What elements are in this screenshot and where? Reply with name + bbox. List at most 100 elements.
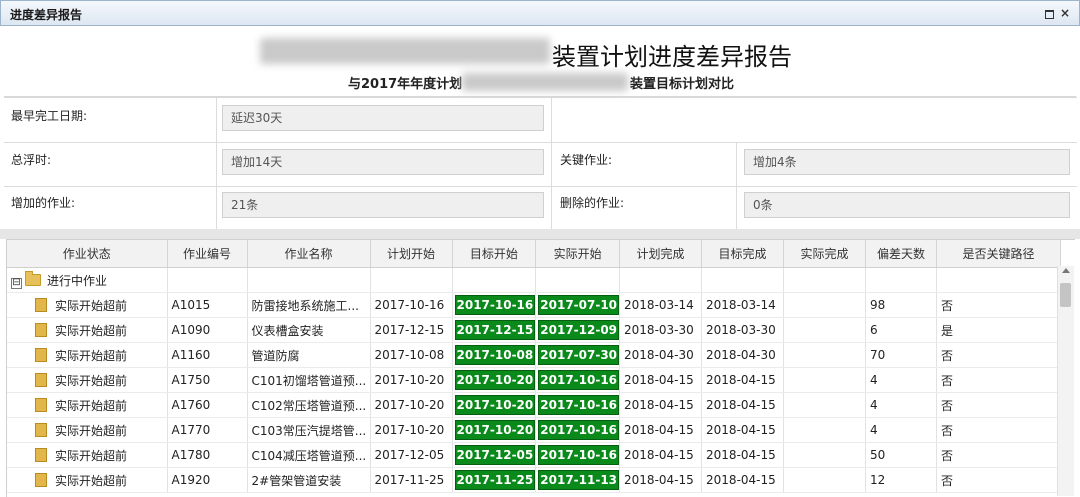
col-header-actual-start[interactable]: 实际开始 — [535, 240, 621, 268]
actual-finish-cell — [783, 417, 867, 443]
highlighted-date: 2017-11-25 — [454, 470, 535, 490]
critical-cell: 否 — [936, 417, 1062, 443]
total-float-field: 增加14天 — [222, 149, 544, 175]
table-row[interactable]: 实际开始超前 A1770 C103常压汽提塔管... 2017-10-20 2017-1… — [7, 417, 1062, 443]
folder-icon — [25, 270, 41, 286]
maximize-icon[interactable] — [1043, 7, 1055, 19]
vertical-scrollbar[interactable] — [1057, 266, 1074, 496]
col-header-name[interactable]: 作业名称 — [247, 240, 371, 268]
table-row[interactable]: 实际开始超前 A1780 C104减压塔管道预... 2017-12-05 2017-1… — [7, 442, 1062, 468]
status-cell: 实际开始超前 — [7, 467, 168, 493]
col-header-target-finish[interactable]: 目标完成 — [701, 240, 785, 268]
actual-finish-cell — [783, 292, 867, 318]
id-cell: A1015 — [167, 292, 248, 318]
document-icon — [35, 322, 47, 337]
col-header-id[interactable]: 作业编号 — [167, 240, 248, 268]
status-cell: 实际开始超前 — [7, 317, 168, 343]
id-cell: A1750 — [167, 367, 248, 393]
table-row[interactable]: 实际开始超前 A1750 C101初馏塔管道预... 2017-10-20 2017-1… — [7, 367, 1062, 393]
name-cell: C104减压塔管道预... — [247, 442, 371, 468]
actual-start-cell: 2017-10-16 — [535, 392, 621, 418]
plan-start-cell: 2017-10-20 — [370, 367, 453, 393]
col-header-critical[interactable]: 是否关键路径 — [936, 240, 1062, 268]
col-header-plan-finish[interactable]: 计划完成 — [619, 240, 703, 268]
finish-date-label: 最早完工日期: — [11, 109, 88, 123]
col-header-plan-start[interactable]: 计划开始 — [370, 240, 453, 268]
actual-start-cell: 2017-10-16 — [535, 442, 621, 468]
table-row[interactable]: 实际开始超前 A1015 防雷接地系统施工... 2017-10-16 2017-10-… — [7, 292, 1062, 318]
redacted-title-part — [260, 38, 550, 64]
scroll-thumb[interactable] — [1060, 283, 1071, 307]
critical-cell: 否 — [936, 392, 1062, 418]
variance-cell: 4 — [865, 392, 938, 418]
id-cell: A1090 — [167, 317, 248, 343]
highlighted-date: 2017-10-20 — [454, 420, 535, 440]
collapse-icon[interactable]: ⊟ — [11, 277, 22, 289]
actual-start-cell: 2017-10-16 — [535, 367, 621, 393]
id-cell: A1920 — [167, 467, 248, 493]
col-header-actual-finish[interactable]: 实际完成 — [783, 240, 867, 268]
status-text: 实际开始超前 — [55, 323, 128, 338]
activity-grid: 作业状态 作业编号 作业名称 计划开始 目标开始 实际开始 计划完成 目标完成 … — [6, 239, 1075, 497]
variance-cell: 50 — [865, 442, 938, 468]
table-row[interactable]: 实际开始超前 A1160 管道防腐 2017-10-08 2017-10-08 2017-… — [7, 342, 1062, 368]
deleted-activities-field: 0条 — [744, 192, 1070, 218]
grid-header-row: 作业状态 作业编号 作业名称 计划开始 目标开始 实际开始 计划完成 目标完成 … — [7, 240, 1062, 268]
close-icon[interactable]: × — [1059, 7, 1071, 19]
plan-start-cell: 2017-12-15 — [370, 317, 453, 343]
actual-start-cell: 2017-11-13 — [535, 467, 621, 493]
highlighted-date: 2017-10-16 — [538, 395, 619, 415]
status-cell: 实际开始超前 — [7, 367, 168, 393]
table-row[interactable]: 实际开始超前 A1920 2#管架管道安装 2017-11-25 2017-11-25 2… — [7, 467, 1062, 493]
plan-finish-cell: 2018-04-15 — [619, 392, 703, 418]
group-row[interactable]: ⊟ 进行中作业 — [7, 267, 1062, 293]
document-icon — [35, 297, 47, 312]
window-title: 进度差异报告 — [10, 8, 83, 22]
target-start-cell: 2017-10-20 — [452, 417, 537, 443]
added-activities-label: 增加的作业: — [11, 196, 76, 210]
plan-finish-cell: 2018-04-15 — [619, 442, 703, 468]
status-text: 实际开始超前 — [55, 373, 128, 388]
target-finish-cell: 2018-03-14 — [701, 292, 785, 318]
col-header-target-start[interactable]: 目标开始 — [452, 240, 537, 268]
plan-finish-cell: 2018-04-30 — [619, 342, 703, 368]
variance-cell: 4 — [865, 367, 938, 393]
panel-separator — [0, 229, 1080, 239]
status-cell: 实际开始超前 — [7, 342, 168, 368]
highlighted-date: 2017-10-16 — [538, 445, 619, 465]
highlighted-date: 2017-10-08 — [454, 345, 535, 365]
id-cell: A1760 — [167, 392, 248, 418]
actual-start-cell: 2017-12-09 — [535, 317, 621, 343]
document-icon — [35, 472, 47, 487]
plan-finish-cell: 2018-04-15 — [619, 417, 703, 443]
col-header-status[interactable]: 作业状态 — [7, 240, 168, 268]
table-row[interactable]: 实际开始超前 A1760 C102常压塔管道预... 2017-10-20 2017-1… — [7, 392, 1062, 418]
target-start-cell: 2017-10-08 — [452, 342, 537, 368]
target-finish-cell: 2018-04-15 — [701, 417, 785, 443]
name-cell: 管道防腐 — [247, 342, 371, 368]
highlighted-date: 2017-10-20 — [454, 370, 535, 390]
actual-finish-cell — [783, 392, 867, 418]
highlighted-date: 2017-10-20 — [454, 395, 535, 415]
status-cell: 实际开始超前 — [7, 392, 168, 418]
status-text: 实际开始超前 — [55, 473, 128, 488]
variance-cell: 6 — [865, 317, 938, 343]
status-text: 实际开始超前 — [55, 348, 128, 363]
status-text: 实际开始超前 — [55, 423, 128, 438]
highlighted-date: 2017-10-16 — [538, 370, 619, 390]
status-cell: 实际开始超前 — [7, 417, 168, 443]
table-row[interactable]: 实际开始超前 A1090 仪表槽盒安装 2017-12-15 2017-12-15 201… — [7, 317, 1062, 343]
highlighted-date: 2017-07-30 — [538, 345, 619, 365]
actual-finish-cell — [783, 342, 867, 368]
plan-start-cell: 2017-10-08 — [370, 342, 453, 368]
scroll-up-icon[interactable] — [1062, 268, 1070, 273]
col-header-variance[interactable]: 偏差天数 — [865, 240, 938, 268]
target-finish-cell: 2018-04-30 — [701, 342, 785, 368]
actual-start-cell: 2017-07-30 — [535, 342, 621, 368]
report-subtitle-left: 与2017年年度计划 — [348, 77, 463, 92]
highlighted-date: 2017-07-10 — [538, 295, 619, 315]
target-start-cell: 2017-12-15 — [452, 317, 537, 343]
report-header: 装置计划进度差异报告 与2017年年度计划 装置目标计划对比 — [4, 26, 1076, 97]
target-start-cell: 2017-12-05 — [452, 442, 537, 468]
plan-finish-cell: 2018-04-15 — [619, 367, 703, 393]
